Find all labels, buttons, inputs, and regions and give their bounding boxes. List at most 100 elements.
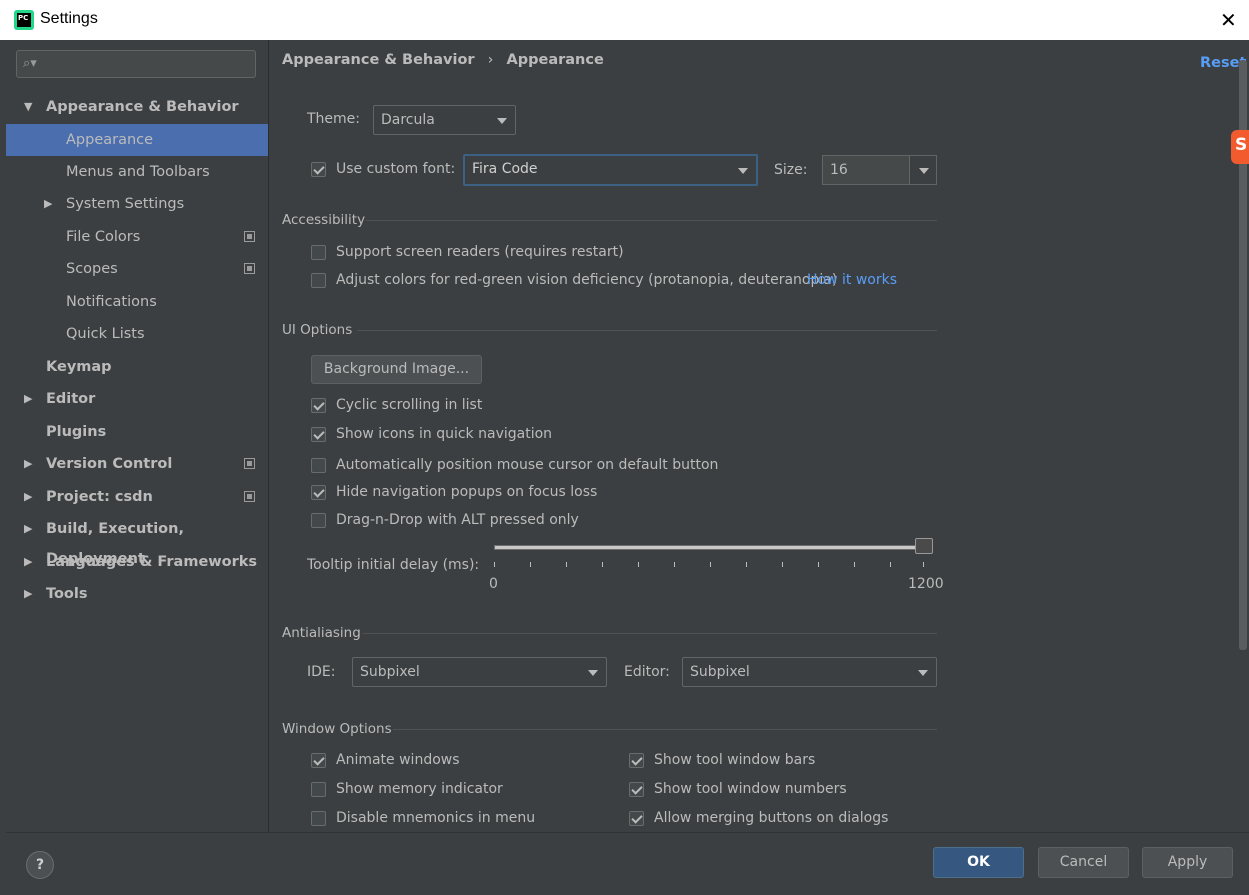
disable-mnemonics-checkbox[interactable]: Disable mnemonics in menu [311,810,535,830]
tool-window-bars-checkbox[interactable]: Show tool window bars [629,752,829,772]
chevron-right-icon: ▶ [24,392,33,405]
window-title: Settings [40,10,98,27]
sidebar-item-version-control[interactable]: ▶ Version Control [6,449,268,479]
separator [362,633,937,634]
tooltip-delay-label: Tooltip initial delay (ms): [307,557,480,573]
chevron-right-icon: ▶ [24,490,33,503]
chevron-right-icon: ▶ [24,522,33,535]
custom-font-label: Use custom font: [336,161,456,177]
chevron-down-icon [497,118,507,124]
font-size-dropdown-button[interactable] [909,155,937,185]
breadcrumb: Appearance & Behavior › Appearance [282,52,604,68]
hide-popups-checkbox[interactable]: Hide navigation popups on focus loss [311,484,597,504]
chevron-down-icon [919,168,929,174]
slider-thumb[interactable] [915,538,933,554]
sidebar-item-menus-toolbars[interactable]: Menus and Toolbars [6,157,268,187]
drag-drop-checkbox[interactable]: Drag-n-Drop with ALT pressed only [311,512,579,532]
slider-tick [494,562,495,567]
slider-tick [602,562,603,567]
checkbox-box[interactable] [311,245,326,260]
memory-indicator-checkbox[interactable]: Show memory indicator [311,781,511,801]
checkbox-box[interactable] [311,273,326,288]
project-level-icon [244,458,255,469]
theme-value: Darcula [381,112,435,128]
screen-readers-checkbox[interactable]: Support screen readers (requires restart… [311,244,624,264]
separator [357,330,937,331]
sidebar-item-file-colors[interactable]: File Colors [6,222,268,252]
breadcrumb-parent[interactable]: Appearance & Behavior [282,52,475,68]
checkbox-box[interactable] [311,811,326,826]
font-size-value: 16 [830,162,848,178]
slider-max-label: 1200 [908,576,944,592]
sidebar-item-system-settings[interactable]: ▶ System Settings [6,189,268,219]
checkbox-box[interactable] [311,427,326,442]
sidebar-item-editor[interactable]: ▶ Editor [6,384,268,414]
sidebar-item-appearance[interactable]: Appearance [6,124,268,156]
checkbox-box[interactable] [311,782,326,797]
cyclic-scrolling-checkbox[interactable]: Cyclic scrolling in list [311,397,511,417]
chevron-right-icon: ▶ [24,457,33,470]
background-image-button[interactable]: Background Image... [311,355,482,384]
ok-button[interactable]: OK [933,847,1024,878]
ide-antialiasing-dropdown[interactable]: Subpixel [352,657,607,687]
slider-tick [638,562,639,567]
apply-button[interactable]: Apply [1142,847,1233,878]
sidebar-item-appearance-behavior[interactable]: ▼ Appearance & Behavior [6,92,268,122]
checkbox-box[interactable] [311,753,326,768]
project-level-icon [244,263,255,274]
checkbox-box[interactable] [629,753,644,768]
checkbox-box[interactable] [311,458,326,473]
auto-mouse-checkbox[interactable]: Automatically position mouse cursor on d… [311,457,718,477]
floating-app-icon[interactable]: S [1231,130,1249,164]
slider-min-label: 0 [489,576,498,592]
checkbox-box[interactable] [311,485,326,500]
search-icon: ⌕▾ [23,56,37,71]
sidebar-item-plugins[interactable]: Plugins [6,417,268,447]
sidebar-item-languages[interactable]: ▶ Languages & Frameworks [6,547,268,577]
accessibility-section-title: Accessibility [282,212,366,228]
theme-label: Theme: [307,111,361,127]
font-dropdown[interactable]: Fira Code [463,154,758,186]
checkbox-box[interactable] [311,398,326,413]
help-icon[interactable]: ? [26,851,54,879]
how-it-works-link[interactable]: How it works [807,272,897,288]
editor-antialiasing-dropdown[interactable]: Subpixel [682,657,937,687]
show-icons-checkbox[interactable]: Show icons in quick navigation [311,426,552,446]
chevron-down-icon [738,168,748,174]
pycharm-app-icon: PC [14,10,34,30]
checkbox-box[interactable] [629,811,644,826]
sidebar-item-build[interactable]: ▶ Build, Execution, Deployment [6,514,268,567]
red-green-checkbox[interactable]: Adjust colors for red-green vision defic… [311,272,837,292]
sidebar-item-quick-lists[interactable]: Quick Lists [6,319,268,349]
checkbox-box[interactable] [629,782,644,797]
sidebar-item-scopes[interactable]: Scopes [6,254,268,284]
slider-tick [674,562,675,567]
window-options-section-title: Window Options [282,721,392,737]
tooltip-delay-slider[interactable] [494,545,924,550]
project-level-icon [244,491,255,502]
font-value: Fira Code [472,161,538,177]
sidebar-item-project[interactable]: ▶ Project: csdn [6,482,268,512]
sidebar-item-tools[interactable]: ▶ Tools [6,579,268,609]
theme-dropdown[interactable]: Darcula [373,105,516,135]
slider-tick [710,562,711,567]
close-icon[interactable]: ✕ [1220,8,1237,32]
chevron-right-icon: ▶ [24,587,33,600]
checkbox-box[interactable] [311,513,326,528]
animate-windows-checkbox[interactable]: Animate windows [311,752,511,772]
slider-tick [890,562,891,567]
font-size-input[interactable]: 16 [822,155,910,185]
ide-antialiasing-label: IDE: [307,664,336,680]
breadcrumb-current: Appearance [506,52,604,68]
cancel-button[interactable]: Cancel [1038,847,1129,878]
tool-window-numbers-checkbox[interactable]: Show tool window numbers [629,781,849,801]
slider-tick [923,562,924,567]
custom-font-checkbox[interactable]: Use custom font: [311,161,461,181]
sidebar-item-notifications[interactable]: Notifications [6,287,268,317]
search-input[interactable]: ⌕▾ [16,50,256,78]
font-size-label: Size: [774,162,808,178]
checkbox-box[interactable] [311,162,326,177]
chevron-right-icon: ▶ [24,555,33,568]
sidebar-item-keymap[interactable]: Keymap [6,352,268,382]
merging-buttons-checkbox[interactable]: Allow merging buttons on dialogs [629,810,888,830]
